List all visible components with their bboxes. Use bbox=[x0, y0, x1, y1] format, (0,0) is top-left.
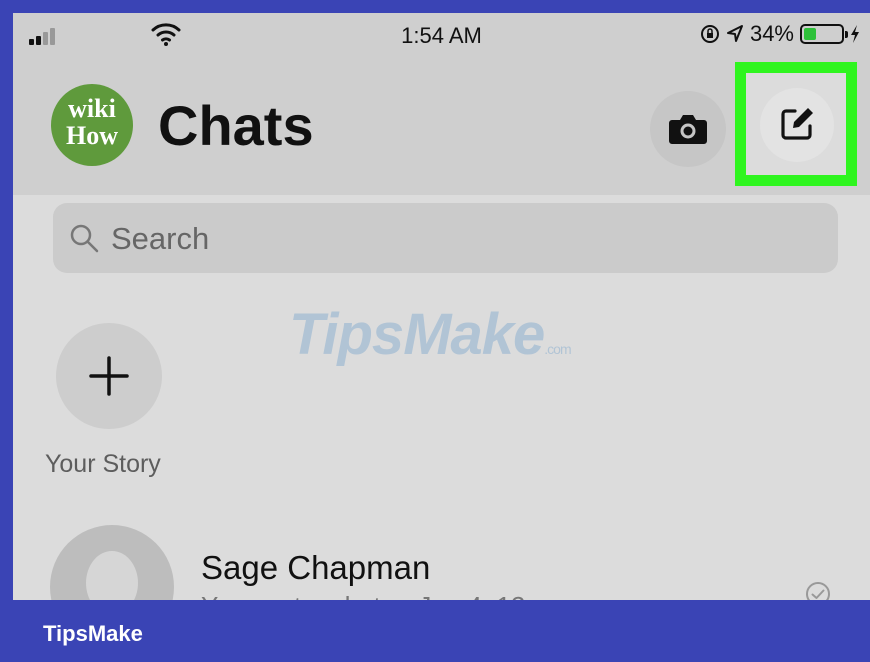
camera-icon bbox=[669, 115, 707, 144]
person-silhouette-icon bbox=[86, 551, 138, 600]
profile-avatar[interactable]: wiki How bbox=[51, 84, 133, 166]
messenger-screen: 1:54 AM 34% wiki How Chats Search TipsMa… bbox=[13, 13, 870, 600]
search-icon bbox=[70, 224, 99, 253]
your-story-label: Your Story bbox=[45, 450, 161, 478]
watermark-com: .com bbox=[544, 341, 571, 357]
watermark-make: Make bbox=[403, 302, 545, 367]
footer-banner: TipsMake bbox=[0, 600, 870, 662]
logo-line-1: wiki bbox=[68, 94, 116, 123]
status-bar: 1:54 AM 34% bbox=[13, 13, 870, 55]
footer-brand: TipsMake bbox=[43, 621, 143, 646]
logo-line-2: How bbox=[66, 121, 118, 150]
battery-fill bbox=[804, 28, 817, 40]
battery-icon bbox=[800, 24, 848, 44]
compose-button[interactable] bbox=[760, 88, 834, 162]
camera-button[interactable] bbox=[650, 91, 726, 167]
compose-icon bbox=[781, 108, 813, 140]
chat-name[interactable]: Sage Chapman bbox=[201, 549, 430, 587]
location-icon bbox=[726, 25, 743, 42]
check-circle-icon bbox=[806, 582, 830, 600]
battery-percent: 34% bbox=[749, 21, 794, 46]
chat-preview: You sent a photo · Jan 4, 12 bbox=[201, 591, 525, 600]
plus-icon bbox=[89, 356, 129, 396]
watermark-tips: Tips bbox=[289, 302, 404, 367]
status-right-group: 34% bbox=[700, 21, 860, 46]
charging-icon bbox=[851, 25, 859, 43]
page-title: Chats bbox=[158, 94, 314, 157]
orientation-lock-icon bbox=[700, 25, 719, 43]
search-placeholder: Search bbox=[111, 221, 210, 256]
watermark-logo: TipsMake.com bbox=[289, 301, 572, 368]
add-story-button[interactable] bbox=[56, 323, 162, 429]
avatar[interactable] bbox=[50, 525, 174, 600]
search-bar[interactable]: Search bbox=[53, 203, 838, 273]
